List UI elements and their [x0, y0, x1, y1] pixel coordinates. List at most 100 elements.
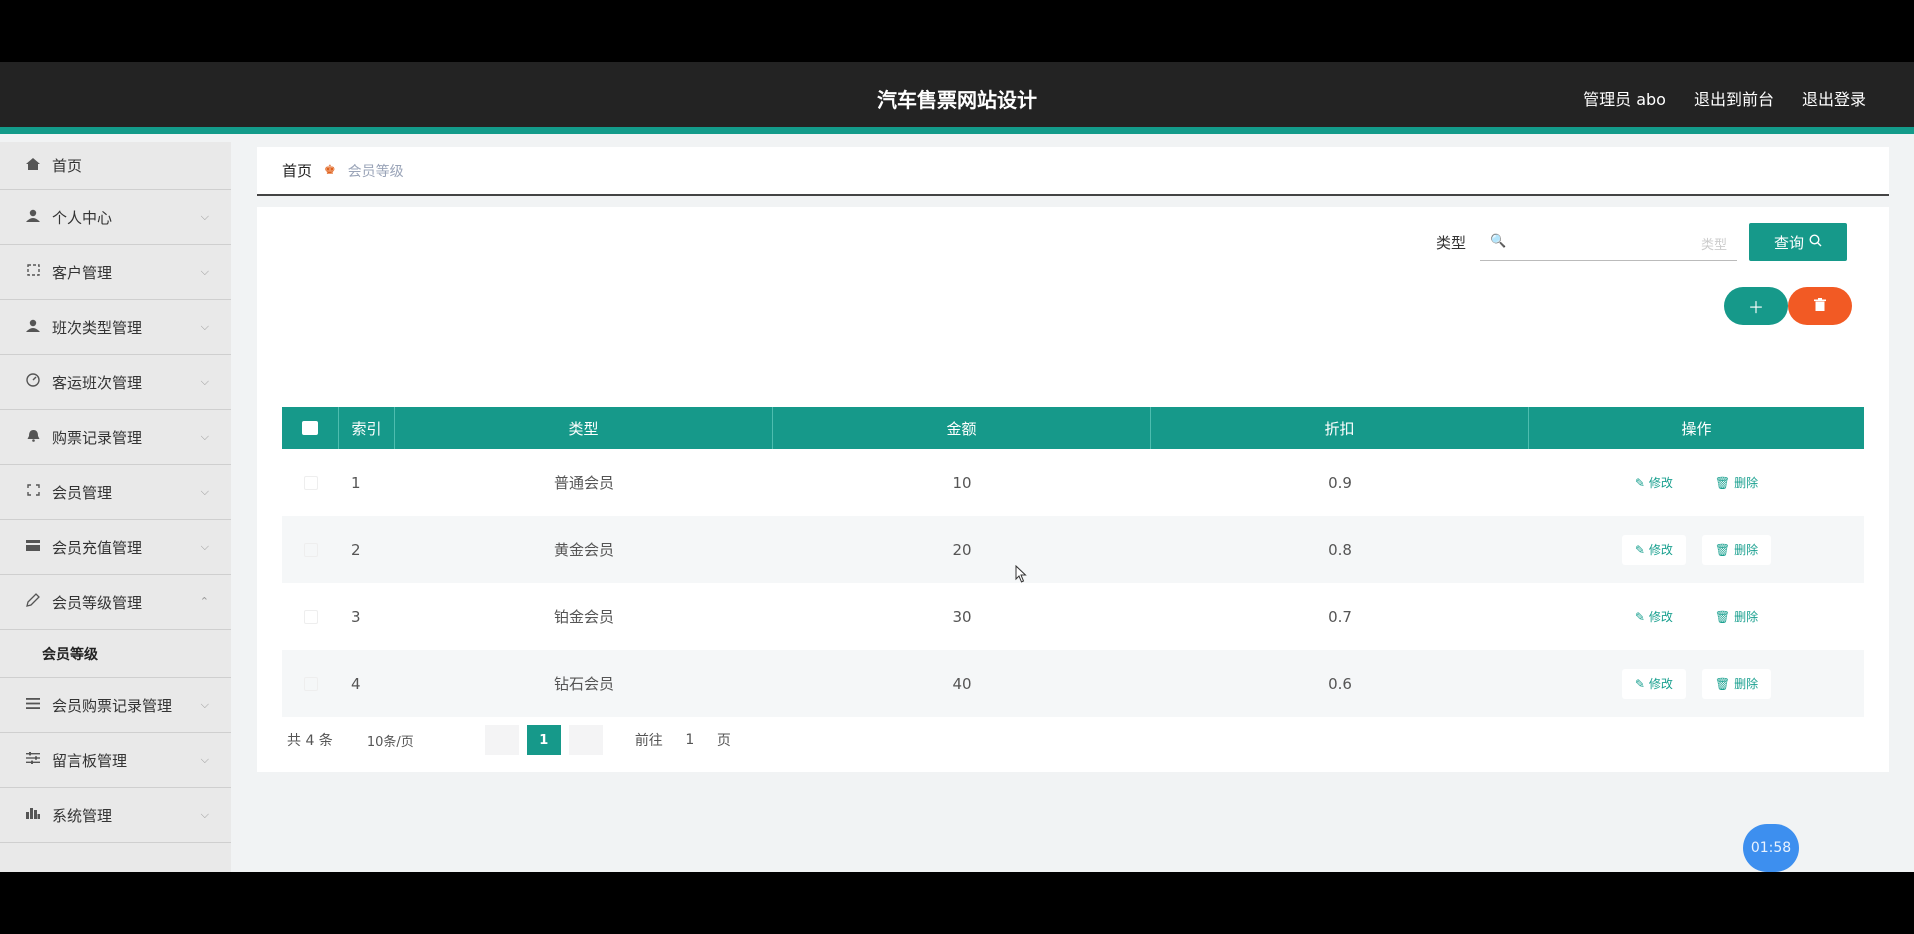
edit-button[interactable]: ✎ 修改: [1621, 534, 1686, 565]
column-header-amount: 金额: [773, 407, 1151, 449]
plus-icon: ＋: [1747, 298, 1764, 317]
row-checkbox[interactable]: [282, 516, 339, 583]
edit-button[interactable]: ✎ 修改: [1622, 468, 1686, 498]
table-header: 索引 类型 金额 折扣 操作: [282, 407, 1864, 449]
sidebar-item-shift-types[interactable]: 班次类型管理 ⌵: [0, 300, 231, 355]
cell-index: 1: [351, 473, 361, 492]
trash-icon: 🗑: [1714, 676, 1731, 691]
sidebar-item-bus-shifts[interactable]: 客运班次管理 ⌵: [0, 355, 231, 410]
sidebar: 首页 个人中心 ⌵ 客户管理 ⌵ 班次类型管理 ⌵ 客运班次管理 ⌵ 购票记录管…: [0, 142, 231, 872]
sidebar-item-ticket-records[interactable]: 购票记录管理 ⌵: [0, 410, 231, 465]
sidebar-item-home[interactable]: 首页: [0, 142, 231, 190]
search-input[interactable]: 🔍 类型: [1480, 223, 1737, 261]
batch-delete-button[interactable]: [1788, 287, 1852, 325]
sidebar-item-member-levels[interactable]: 会员等级管理 ⌃: [0, 575, 231, 630]
sidebar-item-label: 购票记录管理: [52, 428, 143, 447]
cell-discount: 0.7: [1328, 607, 1352, 626]
column-header-actions: 操作: [1681, 419, 1712, 438]
app: 汽车售票网站设计 管理员 abo 退出到前台 退出登录 首页 个人中心 ⌵ 客户…: [0, 62, 1914, 872]
page-unit-label: 页: [716, 733, 731, 749]
home-icon: [24, 157, 42, 174]
checkbox-icon: [303, 475, 318, 490]
breadcrumb: 首页 ♚ 会员等级: [257, 147, 1889, 196]
cell-type: 铂金会员: [553, 608, 614, 626]
query-button-label: 查询: [1773, 233, 1804, 252]
prev-page-button[interactable]: [484, 725, 519, 755]
column-header-type: 类型: [395, 407, 773, 449]
cell-actions: ✎ 修改 🗑 删除: [1529, 516, 1864, 583]
edit-button[interactable]: ✎ 修改: [1621, 668, 1686, 699]
table-row: 1 普通会员 10 0.9 ✎ 修改 🗑 删除: [282, 449, 1864, 516]
sidebar-item-label: 留言板管理: [52, 751, 128, 770]
cell-amount: 40: [952, 674, 972, 693]
edit-button[interactable]: ✎ 修改: [1622, 602, 1686, 632]
sidebar-item-members[interactable]: 会员管理 ⌵: [0, 465, 231, 520]
search-prefix-icon: 🔍: [1490, 234, 1507, 249]
sidebar-item-label: 首页: [52, 157, 83, 175]
cell-index: 2: [351, 540, 361, 559]
query-button[interactable]: 查询: [1749, 223, 1847, 261]
cell-amount: 20: [952, 540, 972, 559]
delete-label: 删除: [1734, 543, 1759, 557]
row-checkbox[interactable]: [282, 583, 339, 650]
user-icon: [24, 319, 42, 336]
next-page-button[interactable]: [568, 725, 603, 755]
goto-page-input[interactable]: 1: [669, 725, 711, 755]
chevron-down-icon: ⌵: [200, 753, 209, 766]
frame-icon: [24, 484, 42, 500]
trash-icon: 🗑: [1714, 475, 1731, 490]
chevron-down-icon: ⌵: [200, 320, 209, 333]
edit-label: 修改: [1648, 543, 1673, 557]
sidebar-item-system[interactable]: 系统管理 ⌵: [0, 788, 231, 843]
top-header: 汽车售票网站设计 管理员 abo 退出到前台 退出登录: [0, 62, 1914, 134]
breadcrumb-current: 会员等级: [347, 163, 404, 180]
cell-discount: 0.9: [1328, 473, 1352, 492]
sidebar-item-label: 会员充值管理: [52, 538, 143, 557]
bell-icon: [24, 429, 42, 446]
exit-to-front-link[interactable]: 退出到前台: [1694, 86, 1774, 110]
gauge-icon: [24, 373, 42, 391]
add-button[interactable]: ＋: [1724, 287, 1788, 325]
chevron-down-icon: ⌵: [200, 698, 209, 711]
sliders-icon: [24, 752, 42, 768]
sidebar-item-member-ticket-records[interactable]: 会员购票记录管理 ⌵: [0, 678, 231, 733]
pencil-icon: ✎: [1634, 609, 1645, 624]
delete-button[interactable]: 🗑 删除: [1701, 668, 1772, 699]
cell-discount: 0.8: [1328, 540, 1352, 559]
row-checkbox[interactable]: [282, 650, 339, 717]
sidebar-item-label: 会员管理: [52, 483, 113, 502]
table-row: 3 铂金会员 30 0.7 ✎ 修改 🗑 删除: [282, 583, 1864, 650]
cell-actions: ✎ 修改 🗑 删除: [1529, 449, 1864, 516]
search-icon: [1809, 233, 1822, 251]
chevron-down-icon: ⌵: [200, 210, 209, 223]
page-size-select[interactable]: 10条/页: [351, 725, 463, 755]
row-checkbox[interactable]: [282, 449, 339, 516]
pagination: 共 4 条 10条/页 1 前往 1 页: [287, 725, 731, 755]
user-icon: [24, 209, 42, 226]
sidebar-item-customers[interactable]: 客户管理 ⌵: [0, 245, 231, 300]
search-label: 类型: [1435, 233, 1466, 252]
sidebar-item-personal-center[interactable]: 个人中心 ⌵: [0, 190, 231, 245]
breadcrumb-home[interactable]: 首页: [282, 160, 312, 181]
logout-link[interactable]: 退出登录: [1802, 86, 1866, 110]
delete-label: 删除: [1734, 476, 1759, 490]
cell-discount: 0.6: [1328, 674, 1352, 693]
select-all-checkbox[interactable]: [282, 407, 339, 449]
sidebar-item-message-board[interactable]: 留言板管理 ⌵: [0, 733, 231, 788]
mouse-cursor-icon: [1015, 565, 1027, 583]
card-icon: [24, 539, 42, 555]
admin-label: 管理员 abo: [1583, 90, 1666, 109]
page-number-button[interactable]: 1: [526, 725, 561, 755]
checkbox-icon: [303, 609, 318, 624]
chevron-down-icon: ⌵: [200, 375, 209, 388]
sidebar-item-label: 会员购票记录管理: [52, 696, 173, 715]
delete-button[interactable]: 🗑 删除: [1702, 602, 1771, 632]
delete-button[interactable]: 🗑 删除: [1702, 468, 1771, 498]
delete-button[interactable]: 🗑 删除: [1701, 534, 1772, 565]
sidebar-subitem-member-level[interactable]: 会员等级: [0, 630, 231, 678]
sidebar-item-member-recharge[interactable]: 会员充值管理 ⌵: [0, 520, 231, 575]
timer-badge: 01:58: [1743, 824, 1799, 872]
sidebar-subitem-label: 会员等级: [42, 646, 98, 663]
trash-icon: 🗑: [1714, 542, 1731, 557]
pencil-icon: ✎: [1634, 676, 1645, 691]
